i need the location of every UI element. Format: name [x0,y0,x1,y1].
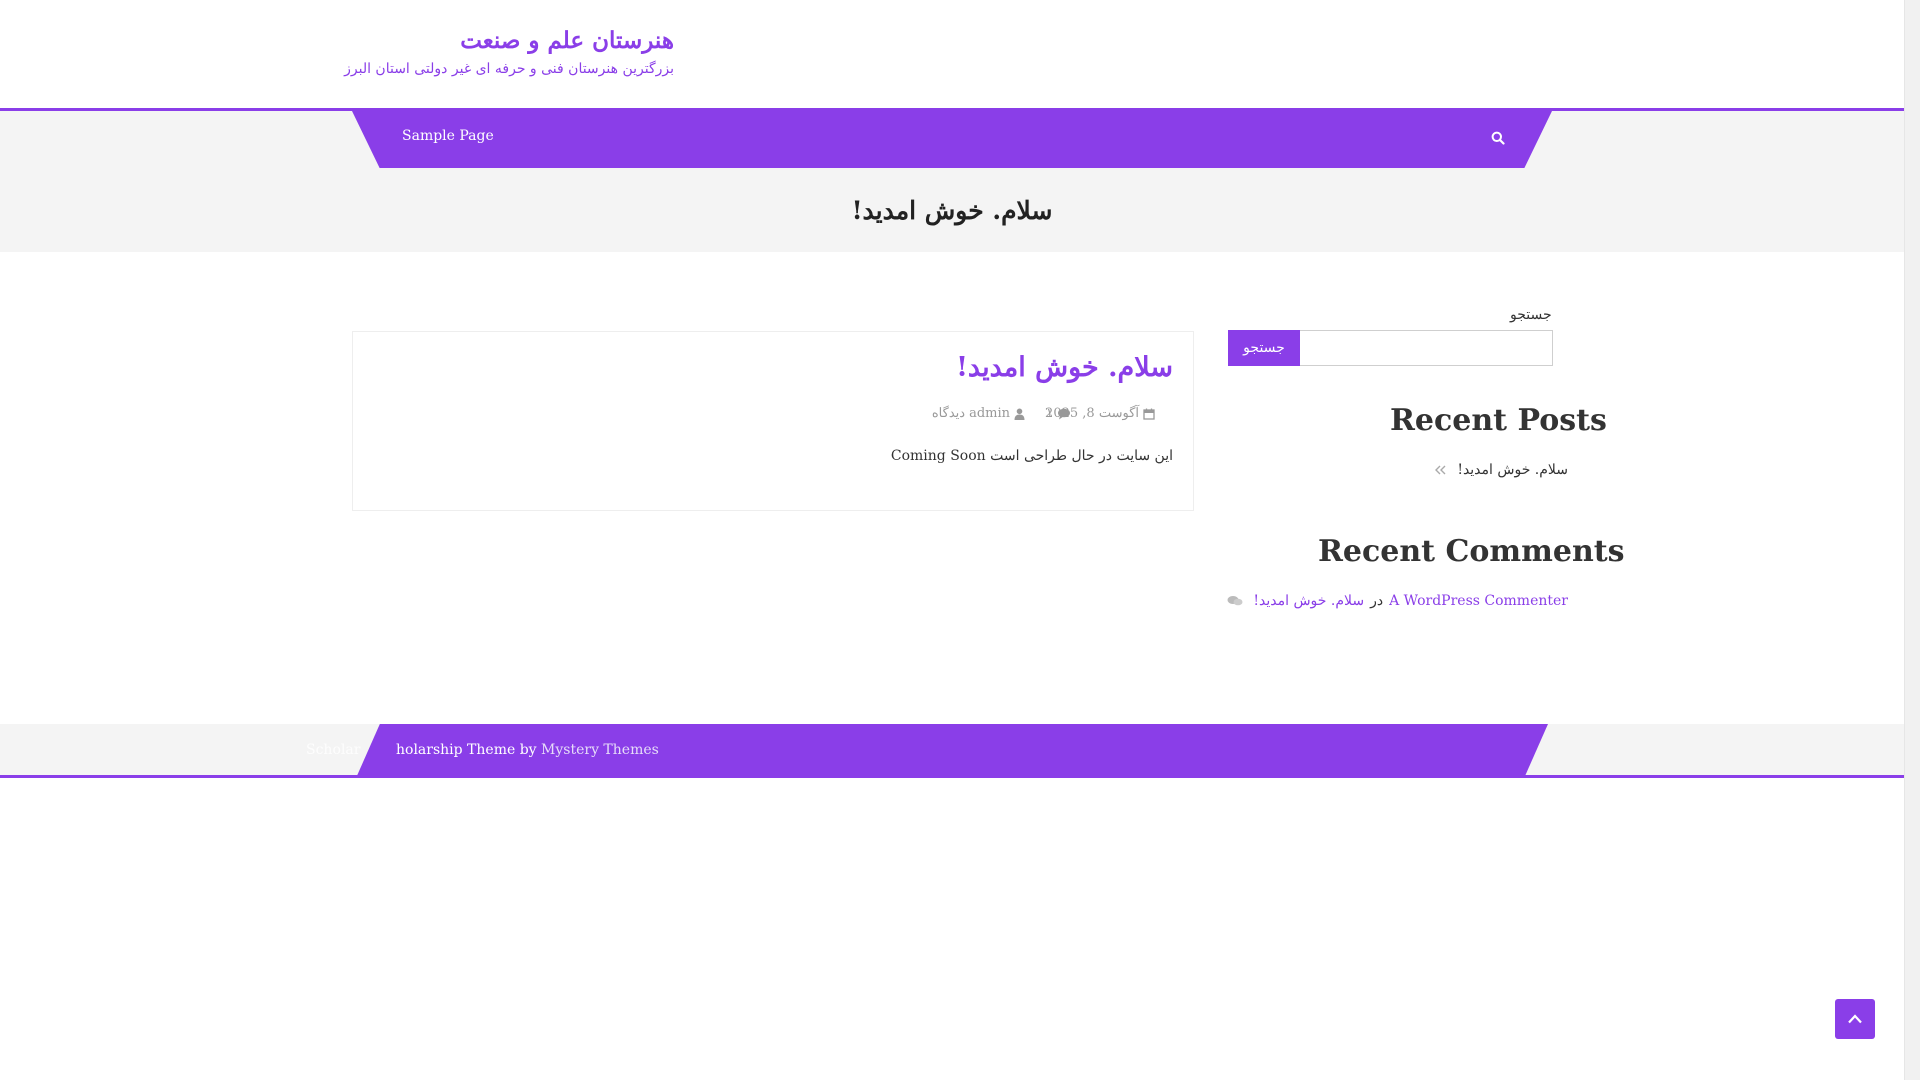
comment-connector: در [1370,593,1384,609]
search-icon[interactable] [1487,127,1509,149]
post-title[interactable]: سلام. خوش امدید! [956,352,1173,383]
chevron-up-icon [1848,1014,1862,1024]
site-header: هنرستان علم و صنعت بزرگترین هنرستان فنی … [0,0,1904,108]
comment-author-link[interactable]: A WordPress Commenter [1389,593,1568,609]
post-author[interactable]: admin دیدگاه [932,406,1025,421]
footer-credit-link[interactable]: Mystery Themes [541,742,659,758]
footer-credit-prefix: holarship Theme by [396,742,537,758]
user-icon [1014,408,1025,420]
post-card: سلام. خوش امدید! آگوست 8, 2025 ۱ admin د… [352,331,1194,511]
footer-faded-text: Scholar [306,742,361,758]
recent-posts-title: Recent Posts [1390,403,1607,438]
comment-icon [1058,408,1070,419]
post-views-label: دیدگاه [931,406,966,421]
recent-comments-title: Recent Comments [1318,534,1625,569]
site-description: بزرگترین هنرستان فنی و حرفه ای غیر دولتی… [344,61,674,77]
recent-post-item[interactable]: سلام. خوش امدید! [1435,462,1568,478]
back-to-top-button[interactable] [1835,999,1875,1039]
comment-post-link[interactable]: سلام. خوش امدید! [1253,593,1364,609]
comments-icon [1227,596,1243,606]
search-input[interactable] [1298,330,1553,366]
recent-comment-item: A WordPress Commenter در سلام. خوش امدید… [1227,593,1568,609]
main-navigation [352,111,1552,168]
search-widget-label: جستجو [1510,307,1552,323]
page-title: سلام. خوش امدید! [851,196,1053,225]
double-chevron-icon [1435,465,1446,475]
post-excerpt: این سایت در حال طراحی است Coming Soon [890,448,1173,464]
page-scrollbar[interactable] [1904,0,1920,1080]
recent-post-link[interactable]: سلام. خوش امدید! [1457,462,1568,478]
calendar-icon [1143,408,1155,420]
search-button[interactable]: جستجو [1228,330,1300,366]
nav-item-sample-page[interactable]: Sample Page [402,128,494,144]
post-author-name: admin [969,406,1010,421]
post-comments-count: ۱ [1046,406,1053,421]
site-title[interactable]: هنرستان علم و صنعت [344,26,674,56]
post-comments[interactable]: ۱ [1046,406,1071,421]
site-branding: هنرستان علم و صنعت بزرگترین هنرستان فنی … [344,26,674,79]
footer-credit: holarship Theme by Mystery Themes [396,742,659,758]
